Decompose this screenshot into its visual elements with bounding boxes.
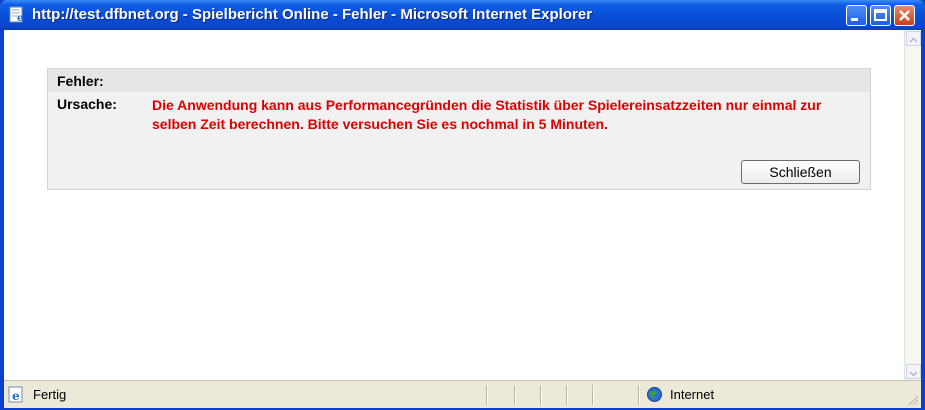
status-text: Fertig [33,387,67,402]
minimize-button[interactable] [846,5,867,26]
close-button[interactable]: Schließen [741,160,860,184]
fehler-label: Fehler: [57,73,104,89]
close-icon [899,10,910,21]
content-area: Fehler: Ursache: Die Anwendung kann aus … [4,30,921,380]
panel-header-stripe [48,69,870,92]
status-divider [540,385,542,405]
scroll-down-button[interactable] [906,364,921,379]
minimize-icon [851,18,858,21]
status-divider [566,385,568,405]
maximize-icon [874,9,887,21]
status-divider [638,385,640,405]
title-bar[interactable]: e http://test.dfbnet.org - Spielbericht … [0,0,925,30]
status-divider [514,385,516,405]
resize-grip-icon[interactable] [907,394,919,406]
internet-globe-icon [646,386,663,403]
status-bar: e Fertig Internet [4,380,921,408]
error-message: Die Anwendung kann aus Performancegründe… [152,97,822,132]
scroll-up-icon [909,37,918,43]
ie-status-icon: e [8,386,25,403]
maximize-button[interactable] [870,5,891,26]
error-panel: Fehler: Ursache: Die Anwendung kann aus … [47,68,871,190]
ursache-label: Ursache: [57,96,117,112]
browser-window: e http://test.dfbnet.org - Spielbericht … [0,0,925,410]
scroll-down-icon [909,371,918,377]
security-zone-text: Internet [670,387,715,402]
svg-text:e: e [17,13,23,24]
status-divider [592,385,594,405]
close-window-button[interactable] [894,5,915,26]
vertical-scrollbar[interactable] [904,30,921,380]
ie-page-icon: e [8,6,26,24]
status-divider [486,385,488,405]
window-title: http://test.dfbnet.org - Spielbericht On… [32,6,593,23]
svg-text:e: e [12,389,20,403]
scroll-up-button[interactable] [906,31,921,46]
